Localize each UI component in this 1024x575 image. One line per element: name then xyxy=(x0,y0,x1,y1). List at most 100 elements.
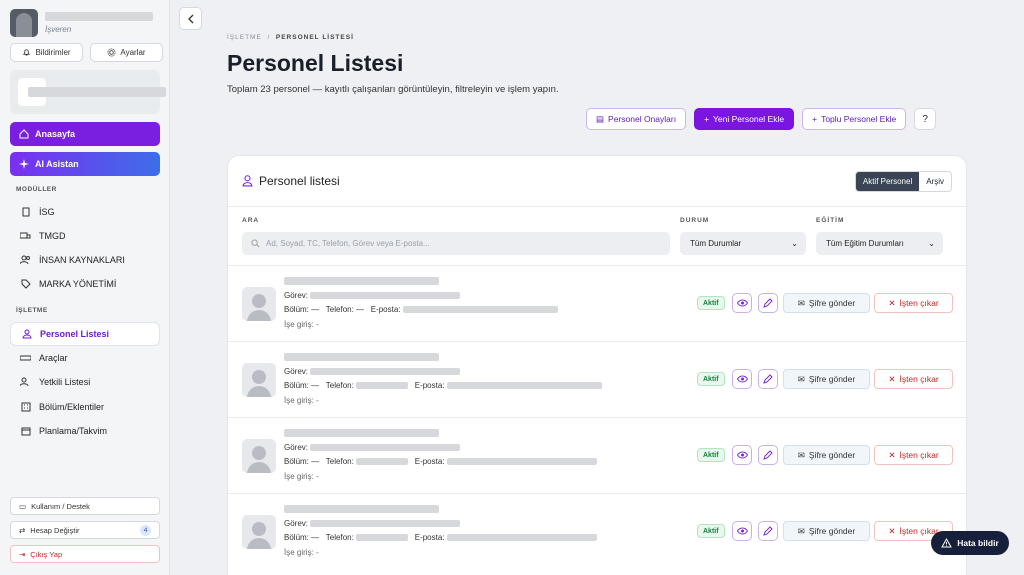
bulk-add-button[interactable]: + Toplu Personel Ekle xyxy=(802,108,907,130)
chevron-left-icon xyxy=(187,14,193,23)
help-icon: ? xyxy=(922,113,928,125)
sidebar-item-vehicles[interactable]: Araçlar xyxy=(10,346,160,370)
sidebar-item-tmgd[interactable]: TMGD xyxy=(10,224,160,248)
terminate-label: İşten çıkar xyxy=(899,374,939,384)
breadcrumb-separator: / xyxy=(267,34,271,41)
swap-icon: ⇄ xyxy=(19,525,26,535)
row-contact: Bölüm: — Telefon: E-posta: xyxy=(284,533,597,542)
avatar xyxy=(10,9,38,37)
education-select[interactable]: Tüm Eğitim Durumları ⌄ xyxy=(816,232,943,255)
send-password-button[interactable]: ✉ Şifre gönder xyxy=(783,369,870,389)
sidebar-item-label: İSG xyxy=(39,207,55,217)
settings-label: Ayarlar xyxy=(120,48,146,57)
close-icon: ✕ xyxy=(888,373,896,384)
terminate-button[interactable]: ✕ İşten çıkar xyxy=(874,293,953,313)
redacted-position xyxy=(310,444,461,452)
sidebar-item-hr[interactable]: İNSAN KAYNAKLARI xyxy=(10,248,160,272)
plus-icon: + xyxy=(704,114,710,124)
edit-button[interactable] xyxy=(758,369,778,389)
sidebar-item-brand[interactable]: MARKA YÖNETİMİ xyxy=(10,272,160,296)
notifications-button[interactable]: Bildirimler xyxy=(10,43,83,62)
sidebar-item-departments[interactable]: Bölüm/Eklentiler xyxy=(10,395,160,419)
status-select[interactable]: Tüm Durumlar ⌄ xyxy=(680,232,806,255)
breadcrumb-current: PERSONEL LİSTESİ xyxy=(275,34,354,41)
row-contact: Bölüm: — Telefon: E-posta: xyxy=(284,457,597,466)
business-heading: İŞLETME xyxy=(16,307,48,314)
redacted-user-name xyxy=(45,12,153,21)
eye-icon xyxy=(736,375,748,383)
logout-button[interactable]: ⇥ Çıkış Yap xyxy=(10,545,160,563)
sidebar-item-calendar[interactable]: Planlama/Takvim xyxy=(10,419,160,443)
edit-button[interactable] xyxy=(758,521,778,541)
phone-label: Telefon: xyxy=(325,381,354,390)
mail-icon: ✉ xyxy=(797,449,805,460)
nav-home[interactable]: Anasayfa xyxy=(10,122,160,146)
view-button[interactable] xyxy=(732,369,752,389)
gear-icon xyxy=(107,48,116,57)
card-title: Personel listesi xyxy=(259,174,340,188)
position-label: Görev: xyxy=(284,367,309,376)
tab-archive[interactable]: Arşiv xyxy=(919,172,951,191)
bell-icon xyxy=(23,49,31,56)
account-count-badge: 4 xyxy=(140,525,151,536)
department-label: Bölüm: — xyxy=(284,381,320,390)
view-button[interactable] xyxy=(732,445,752,465)
sidebar-item-isg[interactable]: İSG xyxy=(10,200,160,224)
eye-icon xyxy=(736,299,748,307)
phone-label: Telefon: xyxy=(325,457,354,466)
settings-button[interactable]: Ayarlar xyxy=(90,43,163,62)
view-button[interactable] xyxy=(732,521,752,541)
edit-button[interactable] xyxy=(758,445,778,465)
avatar xyxy=(242,439,276,473)
pencil-icon xyxy=(763,526,773,536)
report-bug-button[interactable]: Hata bildir xyxy=(931,531,1009,555)
redacted-phone xyxy=(356,458,409,466)
tab-active-personnel[interactable]: Aktif Personel xyxy=(855,172,920,191)
nav-home-label: Anasayfa xyxy=(35,129,76,139)
collapse-sidebar-button[interactable] xyxy=(179,7,202,30)
chevron-down-icon: ⌄ xyxy=(791,239,798,248)
sparkle-icon xyxy=(19,159,29,169)
nav-ai-assistant[interactable]: AI Asistan xyxy=(10,152,160,176)
people-icon xyxy=(20,255,31,266)
switch-account-button[interactable]: ⇄ Hesap Değiştir 4 xyxy=(10,521,160,539)
redacted-position xyxy=(310,520,461,528)
row-contact: Bölüm: — Telefon: E-posta: xyxy=(284,381,602,390)
send-password-label: Şifre gönder xyxy=(808,298,856,308)
people-icon xyxy=(20,377,31,388)
send-password-button[interactable]: ✉ Şifre gönder xyxy=(783,445,870,465)
sidebar-item-label: Personel Listesi xyxy=(40,329,110,339)
close-icon: ✕ xyxy=(888,525,896,536)
pencil-icon xyxy=(763,374,773,384)
send-password-button[interactable]: ✉ Şifre gönder xyxy=(783,293,870,313)
switch-account-label: Hesap Değiştir xyxy=(30,525,80,535)
help-button[interactable]: ? xyxy=(914,108,937,130)
edit-button[interactable] xyxy=(758,293,778,313)
nav-ai-label: AI Asistan xyxy=(35,159,79,169)
view-button[interactable] xyxy=(732,293,752,313)
redacted-name xyxy=(284,429,439,437)
status-select-value: Tüm Durumlar xyxy=(690,239,742,248)
table-row: Görev: Bölüm: — Telefon: — E-posta: İşe … xyxy=(228,265,968,341)
sidebar-item-personnel[interactable]: Personel Listesi xyxy=(10,322,160,346)
avatar xyxy=(242,287,276,321)
terminate-label: İşten çıkar xyxy=(899,298,939,308)
redacted-email xyxy=(446,458,597,466)
support-button[interactable]: ▭ Kullanım / Destek xyxy=(10,497,160,515)
position-label: Görev: xyxy=(284,443,309,452)
search-input[interactable]: Ad, Soyad, TC, Telefon, Görev veya E-pos… xyxy=(242,232,670,255)
send-password-label: Şifre gönder xyxy=(808,450,856,460)
page-subtitle: Toplam 23 personel — kayıtlı çalışanları… xyxy=(227,84,559,95)
sidebar-item-authorized[interactable]: Yetkili Listesi xyxy=(10,370,160,394)
company-switcher[interactable] xyxy=(10,70,166,114)
home-icon xyxy=(19,129,29,139)
profile: İşveren xyxy=(10,9,153,37)
terminate-button[interactable]: ✕ İşten çıkar xyxy=(874,369,953,389)
send-password-button[interactable]: ✉ Şifre gönder xyxy=(783,521,870,541)
breadcrumb-parent[interactable]: İŞLETME xyxy=(227,34,262,41)
terminate-button[interactable]: ✕ İşten çıkar xyxy=(874,445,953,465)
warning-icon xyxy=(941,538,953,548)
personnel-approvals-button[interactable]: ▤ Personel Onayları xyxy=(586,108,687,130)
sidebar-item-label: İNSAN KAYNAKLARI xyxy=(39,255,125,265)
add-personnel-button[interactable]: + Yeni Personel Ekle xyxy=(694,108,795,130)
